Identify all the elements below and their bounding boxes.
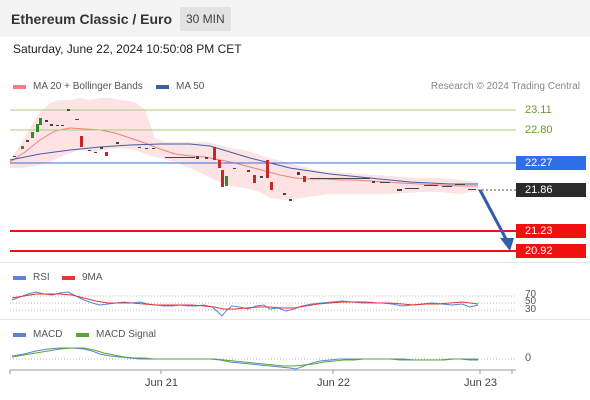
rsi-panel: [10, 291, 516, 317]
candle: [218, 160, 221, 168]
candle: [233, 168, 236, 169]
candle: [442, 186, 452, 187]
candle: [26, 140, 29, 142]
legend-macd: MACD: [13, 329, 62, 340]
candle: [468, 189, 476, 190]
panel-divider: [0, 319, 590, 320]
candle: [283, 193, 286, 195]
candle: [372, 181, 375, 183]
candle: [88, 150, 91, 151]
macd-label: MACD: [33, 329, 63, 340]
candle: [39, 118, 42, 125]
price-chart-canvas: [9, 98, 516, 374]
pivot-badge: 22.27: [516, 156, 586, 170]
candle: [455, 184, 465, 185]
candle: [45, 120, 48, 122]
legend-rsi-9ma: 9MA: [62, 272, 103, 283]
resistance-2-label: 23.11: [525, 104, 552, 116]
candle: [405, 188, 419, 189]
candle: [225, 176, 228, 186]
rsi-9ma-label: 9MA: [82, 272, 103, 283]
candle: [56, 125, 59, 126]
candle: [61, 125, 64, 126]
rsi-label: RSI: [33, 272, 50, 283]
candle: [221, 170, 224, 187]
candle: [424, 185, 438, 186]
candle: [31, 132, 34, 138]
legend-macd-signal: MACD Signal: [76, 329, 156, 340]
panel-divider: [0, 262, 590, 263]
macd-swatch: [13, 332, 26, 337]
candle: [196, 156, 199, 159]
candle: [100, 147, 103, 149]
candle: [303, 176, 306, 182]
macd-panel: [10, 347, 516, 370]
rsi-9ma-swatch: [62, 275, 75, 280]
candle: [266, 160, 269, 178]
x-axis-label: Jun 23: [464, 377, 498, 389]
support-1-badge: 21.23: [516, 224, 586, 238]
last-price-badge: 21.86: [516, 183, 586, 197]
candle: [94, 152, 97, 153]
x-axis-label: Jun 21: [145, 377, 179, 389]
candle: [397, 189, 402, 191]
candle: [297, 172, 300, 175]
candle: [289, 199, 292, 201]
resistance-1-label: 22.80: [525, 124, 553, 136]
candle: [152, 148, 155, 149]
candle: [165, 157, 195, 158]
candle: [253, 175, 256, 183]
candle: [247, 170, 250, 172]
rsi-swatch: [13, 275, 26, 280]
x-axis-label: Jun 22: [317, 377, 351, 389]
legend-rsi: RSI: [13, 272, 50, 283]
candle: [36, 124, 39, 132]
candle: [105, 152, 108, 156]
forecast-arrow-head: [500, 238, 514, 251]
candle: [13, 156, 16, 157]
support-2-badge: 20.92: [516, 244, 586, 258]
candle: [75, 119, 79, 120]
candle: [380, 182, 390, 183]
macd-zero-label: 0: [525, 352, 532, 364]
macd-signal-swatch: [76, 332, 89, 337]
candle: [80, 136, 83, 147]
candle: [205, 157, 208, 159]
candle: [310, 178, 370, 179]
candle: [138, 147, 141, 148]
candle: [145, 148, 148, 149]
candle: [213, 147, 216, 160]
macd-signal-label: MACD Signal: [96, 329, 157, 340]
candle: [270, 182, 273, 190]
candle: [21, 146, 24, 149]
rsi-level-30-label: 30: [525, 304, 537, 315]
candle: [260, 176, 263, 178]
candle: [67, 109, 70, 111]
candle: [116, 142, 119, 144]
candle: [50, 124, 53, 126]
